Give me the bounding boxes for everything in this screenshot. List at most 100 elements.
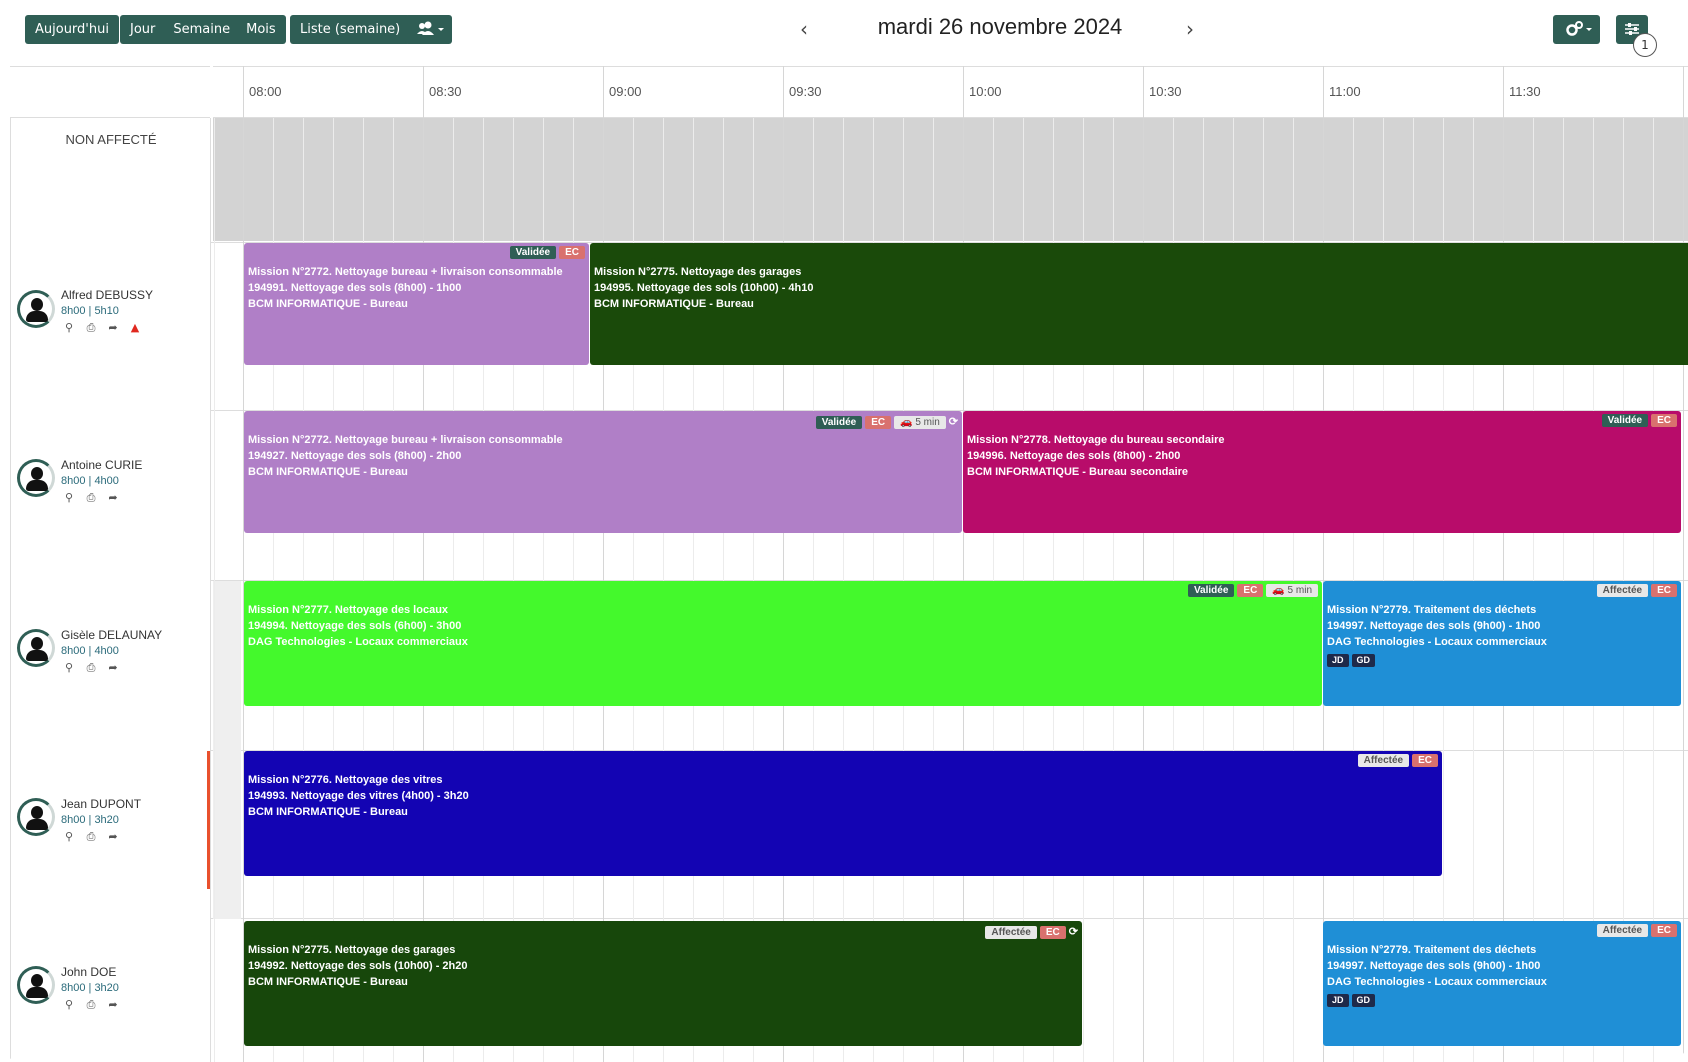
status-badge: Validée (1601, 414, 1649, 427)
map-marker-icon[interactable]: ⚲ (63, 491, 75, 505)
month-view-button[interactable]: Mois (238, 15, 286, 44)
grid-major-line (1323, 66, 1324, 1062)
grid-major-line (1143, 66, 1144, 1062)
share-icon[interactable]: ➦ (107, 321, 119, 335)
event-location: DAG Technologies - Locaux commerciaux (1327, 636, 1547, 648)
resource-name[interactable]: Antoine CURIE (61, 458, 142, 472)
today-button[interactable]: Aujourd'hui (25, 15, 119, 44)
event-block[interactable]: Validée EC 🚗 5 min Mission N°2777. Netto… (244, 581, 1322, 706)
event-task: 194997. Nettoyage des sols (9h00) - 1h00 (1327, 960, 1541, 972)
time-slot-label: 10:00 (969, 84, 1002, 99)
resource-hours: 8h00 | 5h10 (61, 305, 119, 317)
share-icon[interactable]: ➦ (107, 491, 119, 505)
print-icon[interactable]: ⎙ (85, 998, 97, 1012)
resource-actions: ⚲ ⎙ ➦ ▲ (63, 321, 141, 335)
time-slot-label: 09:30 (789, 84, 822, 99)
map-marker-icon[interactable]: ⚲ (63, 321, 75, 335)
event-title: Mission N°2779. Traitement des déchets (1327, 604, 1537, 616)
print-icon[interactable]: ⎙ (85, 830, 97, 844)
ec-badge: EC (1237, 584, 1264, 597)
week-view-button[interactable]: Semaine (165, 15, 238, 44)
time-slot-label: 09:00 (609, 84, 642, 99)
share-icon[interactable]: ➦ (107, 998, 119, 1012)
travel-time: 5 min (915, 416, 940, 428)
status-badge: Affectée (985, 925, 1037, 939)
initials-badge: GD (1351, 994, 1376, 1007)
unassigned-label: NON AFFECTÉ (65, 132, 157, 147)
event-block[interactable]: Mission N°2775. Nettoyage des garages 19… (590, 243, 1688, 365)
non-working-slot (213, 581, 241, 751)
warning-icon[interactable]: ▲ (129, 321, 141, 335)
print-icon[interactable]: ⎙ (85, 491, 97, 505)
status-badge: Validée (509, 246, 557, 259)
event-block[interactable]: Affectée EC Mission N°2779. Traitement d… (1323, 921, 1681, 1046)
share-icon[interactable]: ➦ (107, 661, 119, 675)
prev-day-button[interactable]: ‹ (800, 17, 808, 41)
initials-badge: GD (1351, 654, 1376, 667)
resource-cell: Jean DUPONT 8h00 | 3h20 ⚲ ⎙ ➦ (10, 751, 211, 919)
settings-dropdown-button[interactable] (1553, 15, 1600, 44)
car-icon: 🚗 (1272, 585, 1285, 596)
event-location: BCM INFORMATIQUE - Bureau secondaire (967, 466, 1189, 478)
map-marker-icon[interactable]: ⚲ (63, 830, 75, 844)
unassigned-drop-zone[interactable] (213, 118, 1688, 241)
avatar (17, 290, 55, 328)
print-icon[interactable]: ⎙ (85, 661, 97, 675)
resource-name[interactable]: Jean DUPONT (61, 797, 141, 811)
share-icon[interactable]: ➦ (107, 830, 119, 844)
assignee-initials: JD GD (1327, 994, 1677, 1007)
resource-hours: 8h00 | 4h00 (61, 475, 119, 487)
print-icon[interactable]: ⎙ (85, 321, 97, 335)
resource-name[interactable]: Alfred DEBUSSY (61, 288, 153, 302)
resource-actions: ⚲ ⎙ ➦ (63, 998, 119, 1012)
event-task: 194992. Nettoyage des sols (10h00) - 2h2… (248, 960, 468, 972)
event-tags: Validée EC 🚗 5 min ⟳ (815, 414, 958, 430)
assignee-initials: JD GD (1327, 654, 1677, 667)
ec-badge: EC (1412, 754, 1438, 767)
scheduler-grid: 08:00 08:30 09:00 09:30 10:00 10:30 11:0… (10, 66, 1688, 1062)
list-week-button[interactable]: Liste (semaine) (290, 15, 411, 44)
grid-major-line (603, 66, 604, 1062)
status-badge: Validée (1187, 584, 1235, 597)
sync-icon: ⟳ (948, 416, 958, 428)
event-block[interactable]: Validée EC Mission N°2778. Nettoyage du … (963, 411, 1681, 533)
event-location: DAG Technologies - Locaux commerciaux (248, 636, 468, 648)
time-slot-label: 11:30 (1509, 84, 1541, 99)
event-block[interactable]: Validée EC 🚗 5 min ⟳ Mission N°2772. Net… (244, 411, 962, 533)
selection-marker (207, 751, 210, 889)
event-tags: Affectée EC (1596, 924, 1677, 937)
ec-badge: EC (1651, 584, 1677, 597)
event-block[interactable]: Affectée EC Mission N°2776. Nettoyage de… (244, 751, 1442, 876)
event-tags: Affectée EC (1357, 754, 1438, 767)
avatar (17, 459, 55, 497)
users-dropdown-button[interactable] (405, 15, 452, 44)
filter-count-badge: 1 (1633, 33, 1657, 57)
event-location: BCM INFORMATIQUE - Bureau (248, 806, 408, 818)
map-marker-icon[interactable]: ⚲ (63, 998, 75, 1012)
event-block[interactable]: Validée EC Mission N°2772. Nettoyage bur… (244, 243, 589, 365)
event-block[interactable]: Affectée EC ⟳ Mission N°2775. Nettoyage … (244, 921, 1082, 1046)
event-title: Mission N°2777. Nettoyage des locaux (248, 604, 449, 616)
ec-badge: EC (1651, 924, 1677, 937)
event-task: 194997. Nettoyage des sols (9h00) - 1h00 (1327, 620, 1541, 632)
status-badge: Affectée (1357, 754, 1410, 767)
next-day-button[interactable]: › (1186, 17, 1194, 41)
resource-name[interactable]: Gisèle DELAUNAY (61, 628, 162, 642)
ec-badge: EC (1039, 925, 1066, 939)
resource-actions: ⚲ ⎙ ➦ (63, 491, 119, 505)
grid-major-line (243, 66, 244, 1062)
date-title: mardi 26 novembre 2024 (877, 14, 1123, 39)
map-marker-icon[interactable]: ⚲ (63, 661, 75, 675)
toolbar: Aujourd'hui Jour Semaine Mois Liste (sem… (0, 0, 1688, 66)
time-slot-label: 10:30 (1149, 84, 1182, 99)
resource-actions: ⚲ ⎙ ➦ (63, 661, 119, 675)
event-tags: Validée EC (509, 246, 585, 259)
day-view-button[interactable]: Jour (120, 15, 165, 44)
event-title: Mission N°2778. Nettoyage du bureau seco… (967, 434, 1225, 446)
resource-name[interactable]: John DOE (61, 965, 116, 979)
travel-time-badge: 🚗 5 min (1266, 584, 1318, 597)
event-title: Mission N°2772. Nettoyage bureau + livra… (248, 434, 563, 446)
resource-hours: 8h00 | 3h20 (61, 982, 119, 994)
event-block[interactable]: Affectée EC Mission N°2779. Traitement d… (1323, 581, 1681, 706)
event-task: 194991. Nettoyage des sols (8h00) - 1h00 (248, 282, 462, 294)
